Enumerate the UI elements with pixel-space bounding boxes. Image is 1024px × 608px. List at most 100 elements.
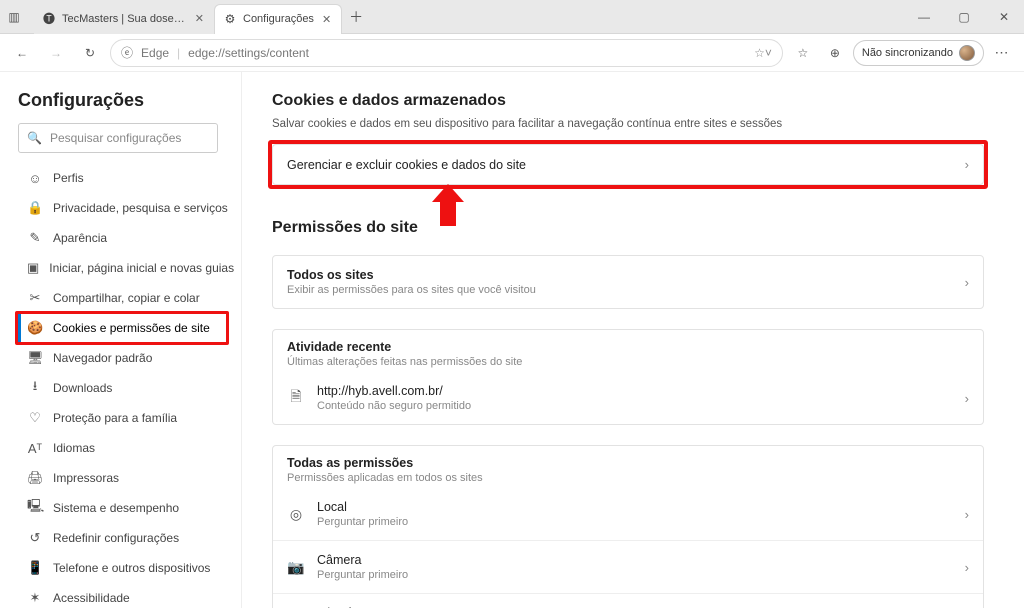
sidebar-item-label: Telefone e outros dispositivos — [53, 561, 210, 575]
allperms-headersub: Permissões aplicadas em todos os sites — [287, 472, 969, 484]
sidebar-item-prote-o-para-a-fam-lia[interactable]: ♡Proteção para a família — [18, 403, 233, 433]
close-icon[interactable]: ✕ — [320, 13, 333, 26]
edge-icon: ⓔ — [121, 44, 133, 61]
favicon-tecmasters: 🅣 — [42, 12, 56, 26]
new-tab-button[interactable]: ＋ — [342, 7, 370, 27]
chevron-right-icon: › — [965, 157, 969, 172]
close-window-button[interactable]: ✕ — [984, 0, 1024, 33]
permission-icon: ◎ — [287, 506, 305, 523]
nav-icon: ▣ — [27, 260, 39, 276]
sidebar-item-label: Aparência — [53, 231, 107, 245]
card-all-sites[interactable]: Todos os sites Exibir as permissões para… — [272, 255, 984, 309]
reading-mode-icon[interactable]: ☆˅ — [754, 46, 772, 60]
permission-title: Câmera — [317, 553, 953, 567]
search-input[interactable]: 🔍 Pesquisar configurações — [18, 123, 218, 153]
tab-rail: 🅣 TecMasters | Sua dose diária de T ✕ ⚙ … — [28, 0, 370, 33]
search-icon: 🔍 — [27, 131, 42, 145]
toolbar: ← → ↻ ⓔ Edge | edge://settings/content ☆… — [0, 34, 1024, 72]
card-all-permissions: Todas as permissões Permissões aplicadas… — [272, 445, 984, 608]
all-sites-title: Todos os sites — [287, 268, 953, 282]
sidebar-item-acessibilidade[interactable]: ✶Acessibilidade — [18, 583, 233, 608]
permission-row-câmera[interactable]: 📷 Câmera Perguntar primeiro › — [273, 540, 983, 593]
sidebar-item-label: Acessibilidade — [53, 591, 130, 605]
chevron-right-icon: › — [965, 275, 969, 290]
page-icon: 🗎 — [287, 386, 305, 410]
permission-title: Local — [317, 500, 953, 514]
tab-label: Configurações — [243, 13, 314, 25]
sidebar-item-perfis[interactable]: ☺Perfis — [18, 163, 233, 193]
sidebar-item-label: Sistema e desempenho — [53, 501, 179, 515]
sidebar-item-redefinir-configura-es[interactable]: ↺ Redefinir configurações — [18, 523, 233, 553]
sidebar-item-label: Idiomas — [53, 441, 95, 455]
recent-headersub: Últimas alterações feitas nas permissões… — [287, 356, 969, 368]
annotation-red-arrow — [432, 184, 464, 226]
sidebar-item-label: Iniciar, página inicial e novas guias — [49, 261, 234, 275]
card-manage-cookies[interactable]: Gerenciar e excluir cookies e dados do s… — [272, 144, 984, 185]
back-button[interactable]: ← — [8, 39, 36, 67]
sidebar-item-label: Privacidade, pesquisa e serviços — [53, 201, 228, 215]
all-sites-sub: Exibir as permissões para os sites que v… — [287, 284, 953, 296]
sidebar-item-apar-ncia[interactable]: ✎ Aparência — [18, 223, 233, 253]
sidebar-item-label: Downloads — [53, 381, 112, 395]
settings-content: Cookies e dados armazenados Salvar cooki… — [242, 72, 1024, 608]
favicon-settings: ⚙ — [223, 12, 237, 26]
sidebar-item-cookies-e-permiss-es-de-site[interactable]: 🍪Cookies e permissões de site — [18, 313, 233, 343]
permission-row-local[interactable]: ◎LocalPerguntar primeiro› — [273, 488, 983, 540]
nav-icon: ⭳ — [27, 377, 43, 399]
avatar — [959, 45, 975, 61]
permission-sub: Perguntar primeiro — [317, 569, 953, 581]
nav-icon: 🍪 — [27, 320, 43, 336]
maximize-button[interactable]: ▢ — [944, 0, 984, 33]
nav-icon: ✂ — [27, 290, 43, 306]
nav-icon: 🖥 — [27, 350, 43, 366]
card-recent-activity: Atividade recente Últimas alterações fei… — [272, 329, 984, 425]
collections-button[interactable]: ⊕ — [821, 39, 849, 67]
sidebar-item-label: Perfis — [53, 171, 84, 185]
permission-row-microfone[interactable]: 🎤MicrofonePerguntar primeiro› — [273, 593, 983, 608]
window-controls: — ▢ ✕ — [904, 0, 1024, 33]
close-icon[interactable]: ✕ — [193, 12, 206, 25]
tab-tecmasters[interactable]: 🅣 TecMasters | Sua dose diária de T ✕ — [34, 4, 214, 34]
page-title: Configurações — [18, 90, 233, 111]
sidebar-item-privacidade-pesquisa-e-servi-os[interactable]: 🔒 Privacidade, pesquisa e serviços — [18, 193, 233, 223]
recent-site-row[interactable]: 🗎 http://hyb.avell.com.br/ Conteúdo não … — [273, 372, 983, 424]
tab-settings[interactable]: ⚙ Configurações ✕ — [214, 4, 342, 34]
minimize-button[interactable]: — — [904, 0, 944, 33]
chevron-right-icon: › — [965, 391, 969, 406]
tab-actions-button[interactable]: ▥ — [0, 0, 28, 33]
nav-icon: 📱 — [27, 560, 43, 576]
more-button[interactable]: ⋯ — [988, 39, 1016, 67]
nav-icon: ↺ — [27, 530, 43, 546]
nav-icon: 🖨 — [27, 470, 43, 486]
sidebar-item-downloads[interactable]: ⭳ Downloads — [18, 373, 233, 403]
recent-header: Atividade recente — [287, 340, 969, 354]
sidebar-item-label: Navegador padrão — [53, 351, 152, 365]
sidebar-item-label: Proteção para a família — [53, 411, 177, 425]
recent-site-url: http://hyb.avell.com.br/ — [317, 384, 953, 398]
forward-button[interactable]: → — [42, 39, 70, 67]
sidebar-item-impressoras[interactable]: 🖨Impressoras — [18, 463, 233, 493]
nav-icon: Aᵀ — [27, 441, 43, 456]
chevron-right-icon: › — [965, 560, 969, 575]
nav-icon: ✎ — [27, 230, 43, 246]
address-app: Edge — [141, 46, 169, 60]
manage-cookies-label: Gerenciar e excluir cookies e dados do s… — [287, 158, 953, 172]
settings-sidebar: Configurações 🔍 Pesquisar configurações … — [0, 72, 242, 608]
sidebar-item-navegador-padr-o[interactable]: 🖥 Navegador padrão — [18, 343, 233, 373]
sidebar-item-iniciar-p-gina-inicial-e-novas-guias[interactable]: ▣ Iniciar, página inicial e novas guias — [18, 253, 233, 283]
sidebar-item-telefone-e-outros-dispositivos[interactable]: 📱 Telefone e outros dispositivos — [18, 553, 233, 583]
section-desc-cookies: Salvar cookies e dados em seu dispositiv… — [272, 118, 984, 130]
section-title-permissions: Permissões do site — [272, 219, 984, 237]
sidebar-item-idiomas[interactable]: Aᵀ Idiomas — [18, 433, 233, 463]
favorites-button[interactable]: ☆ — [789, 39, 817, 67]
address-bar[interactable]: ⓔ Edge | edge://settings/content ☆˅ — [110, 39, 783, 67]
sidebar-item-label: Redefinir configurações — [53, 531, 179, 545]
sidebar-item-compartilhar-copiar-e-colar[interactable]: ✂Compartilhar, copiar e colar — [18, 283, 233, 313]
sync-status-pill[interactable]: Não sincronizando — [853, 40, 984, 66]
sidebar-item-sistema-e-desempenho[interactable]: 🖳Sistema e desempenho — [18, 493, 233, 523]
sync-label: Não sincronizando — [862, 47, 953, 59]
reload-button[interactable]: ↻ — [76, 39, 104, 67]
nav-icon: 🔒 — [27, 200, 43, 216]
permission-icon: 📷 — [287, 559, 305, 576]
search-placeholder: Pesquisar configurações — [50, 131, 181, 145]
